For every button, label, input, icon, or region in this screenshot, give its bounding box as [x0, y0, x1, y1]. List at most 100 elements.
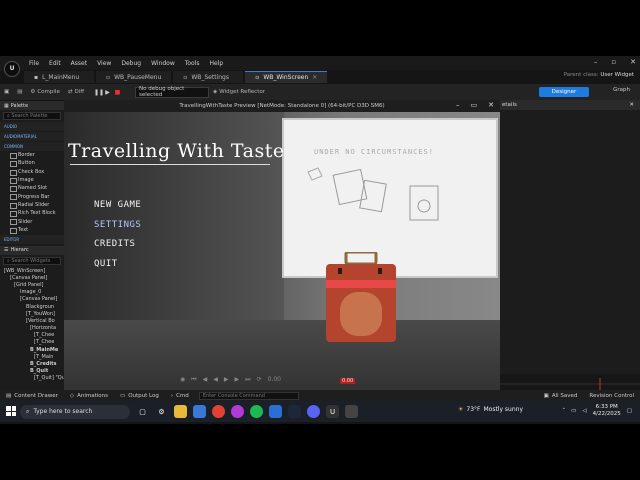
console-command-input[interactable]: Enter Console Command [198, 391, 299, 400]
menu-file[interactable]: File [29, 60, 39, 67]
task-view-icon[interactable]: ▢ [136, 405, 149, 418]
tree-item[interactable]: [T_YouWon] [0, 310, 64, 317]
tree-item[interactable]: Image_0 [0, 289, 64, 296]
debug-object-select[interactable]: No debug object selected [135, 86, 210, 98]
tree-item[interactable]: [WB_WinScreen] [0, 267, 64, 274]
output-log-button[interactable]: ▭ Output Log [114, 393, 165, 399]
app-icon[interactable] [231, 405, 244, 418]
step-back-icon[interactable]: ◀ [203, 376, 208, 384]
clock[interactable]: 6:33 PM 4/22/2025 [593, 404, 621, 418]
hierarchy-header[interactable]: ☰ Hierarc [0, 245, 64, 255]
tree-item[interactable]: Blackgroun [0, 303, 64, 310]
file-explorer-icon[interactable] [174, 405, 187, 418]
tree-item[interactable]: [Canvas Panel] [0, 296, 64, 303]
tree-item[interactable]: [Vertical Bo [0, 317, 64, 324]
to-start-icon[interactable]: ⏮ [191, 376, 196, 384]
new-game-button[interactable]: NEW GAME [94, 200, 141, 210]
menu-view[interactable]: View [97, 60, 111, 67]
palette-item-progress-bar[interactable]: Progress Bar [0, 192, 64, 201]
volume-icon[interactable]: ◁ [582, 408, 586, 414]
compile-button[interactable]: ⚙ Compile [26, 89, 63, 95]
browse-icon[interactable]: ▤ [13, 89, 26, 95]
quit-button[interactable]: QUIT [94, 259, 118, 269]
app-icon[interactable] [345, 405, 358, 418]
tree-item[interactable]: [Grid Panel] [0, 281, 64, 288]
category-common[interactable]: COMMON [0, 142, 64, 151]
preview-titlebar[interactable]: TravellingWithTaste Preview [NetMode: St… [64, 100, 500, 112]
record-icon[interactable]: ◉ [180, 376, 185, 384]
tab-wb-settings[interactable]: ▫ WB_Settings [173, 71, 244, 83]
preview-close-button[interactable]: ✕ [488, 101, 494, 109]
close-tab-icon[interactable]: ✕ [629, 102, 634, 108]
cmd-button[interactable]: › Cmd [165, 393, 195, 399]
step-icon[interactable]: ▶ [104, 89, 111, 96]
settings-button[interactable]: SETTINGS [94, 220, 141, 230]
spotify-icon[interactable] [250, 405, 263, 418]
palette-item-image[interactable]: Image [0, 176, 64, 185]
diff-button[interactable]: ⇄ Diff [64, 89, 88, 95]
all-saved-indicator[interactable]: ▣ All Saved [538, 393, 584, 399]
palette-item-rich-text-block[interactable]: Rich Text Block [0, 209, 64, 218]
palette-header[interactable]: ▦ Palette [0, 101, 64, 110]
tree-item[interactable]: B_Quit [0, 368, 64, 375]
discord-icon[interactable] [307, 405, 320, 418]
stop-icon[interactable]: ■ [114, 89, 121, 96]
step-forward-icon[interactable]: ▶ [235, 376, 240, 384]
category-audio[interactable]: AUDIO [0, 122, 64, 131]
save-icon[interactable]: ▣ [0, 89, 13, 95]
palette-item-named-slot[interactable]: Named Slot [0, 184, 64, 193]
tree-item[interactable]: B_MainMe [0, 346, 64, 353]
palette-item-button[interactable]: Button [0, 159, 64, 168]
tab-l-mainmenu[interactable]: ▪ L_MainMenu [24, 71, 94, 83]
pause-icon[interactable]: ❚❚ [94, 89, 104, 96]
menu-tools[interactable]: Tools [185, 60, 200, 67]
app-icon[interactable] [269, 405, 282, 418]
designer-button[interactable]: Designer [539, 87, 589, 97]
credits-button[interactable]: CREDITS [94, 239, 135, 249]
to-end-icon[interactable]: ⏭ [245, 376, 250, 384]
tree-item[interactable]: [T_Quit] "Quit" [0, 375, 71, 382]
revision-control-button[interactable]: Revision Control [583, 393, 640, 399]
tray-chevron-icon[interactable]: ˄ [562, 408, 565, 414]
menu-edit[interactable]: Edit [49, 60, 61, 67]
details-header[interactable]: etails ✕ [500, 100, 640, 110]
palette-item-radial-slider[interactable]: Radial Slider [0, 201, 64, 210]
tab-wb-pausemenu[interactable]: ▫ WB_PauseMenu [96, 71, 172, 83]
tree-item[interactable]: [T_Chee [0, 339, 64, 346]
menu-window[interactable]: Window [151, 60, 175, 67]
network-icon[interactable]: ▭ [571, 408, 576, 414]
windows-start-icon[interactable] [6, 406, 16, 416]
parent-class-value[interactable]: User Widget [600, 72, 634, 78]
tree-item[interactable]: [T_Main [0, 353, 64, 360]
preview-minimize-button[interactable]: – [456, 101, 460, 109]
palette-item-slider[interactable]: Slider [0, 217, 64, 226]
close-tab-icon[interactable]: ✕ [312, 74, 317, 81]
tree-item[interactable]: [T_Chee [0, 332, 64, 339]
hierarchy-search-input[interactable]: ⌕ Search Widgets [3, 256, 61, 265]
unreal-taskbar-icon[interactable]: U [326, 405, 339, 418]
palette-item-text[interactable]: Text [0, 226, 64, 234]
tree-item[interactable]: B_Credits [0, 360, 64, 367]
settings-gear-icon[interactable]: ⚙ [155, 405, 168, 418]
animations-button[interactable]: ◇ Animations [64, 393, 114, 399]
tab-wb-winscreen[interactable]: ▫ WB_WinScreen ✕ [245, 71, 328, 83]
taskbar-search-input[interactable]: ⌕ Type here to search [20, 404, 130, 419]
menu-asset[interactable]: Asset [71, 60, 87, 67]
timeline-playhead[interactable]: 0.00 [340, 378, 356, 384]
content-drawer-button[interactable]: ▤ Content Drawer [0, 393, 64, 399]
palette-item-border[interactable]: Border [0, 151, 64, 160]
palette-search-input[interactable]: ⌕ Search Palette [3, 112, 61, 120]
chrome-icon[interactable] [212, 405, 225, 418]
category-audiomaterial[interactable]: AUDIOMATERIAL [0, 132, 64, 141]
tree-item[interactable]: [Horizonta [0, 324, 64, 331]
play-reverse-icon[interactable]: ◀ [213, 376, 218, 384]
steam-icon[interactable] [288, 405, 301, 418]
tree-item[interactable]: [Canvas Panel] [0, 274, 64, 281]
play-icon[interactable]: ▶ [224, 376, 229, 384]
weather-widget[interactable]: ☀ 73°F Mostly sunny [458, 406, 523, 413]
menu-help[interactable]: Help [210, 60, 224, 67]
palette-item-check-box[interactable]: Check Box [0, 168, 64, 176]
maximize-button[interactable]: ▫ [611, 58, 616, 66]
close-button[interactable]: ✕ [630, 58, 636, 66]
minimize-button[interactable]: – [594, 58, 598, 66]
